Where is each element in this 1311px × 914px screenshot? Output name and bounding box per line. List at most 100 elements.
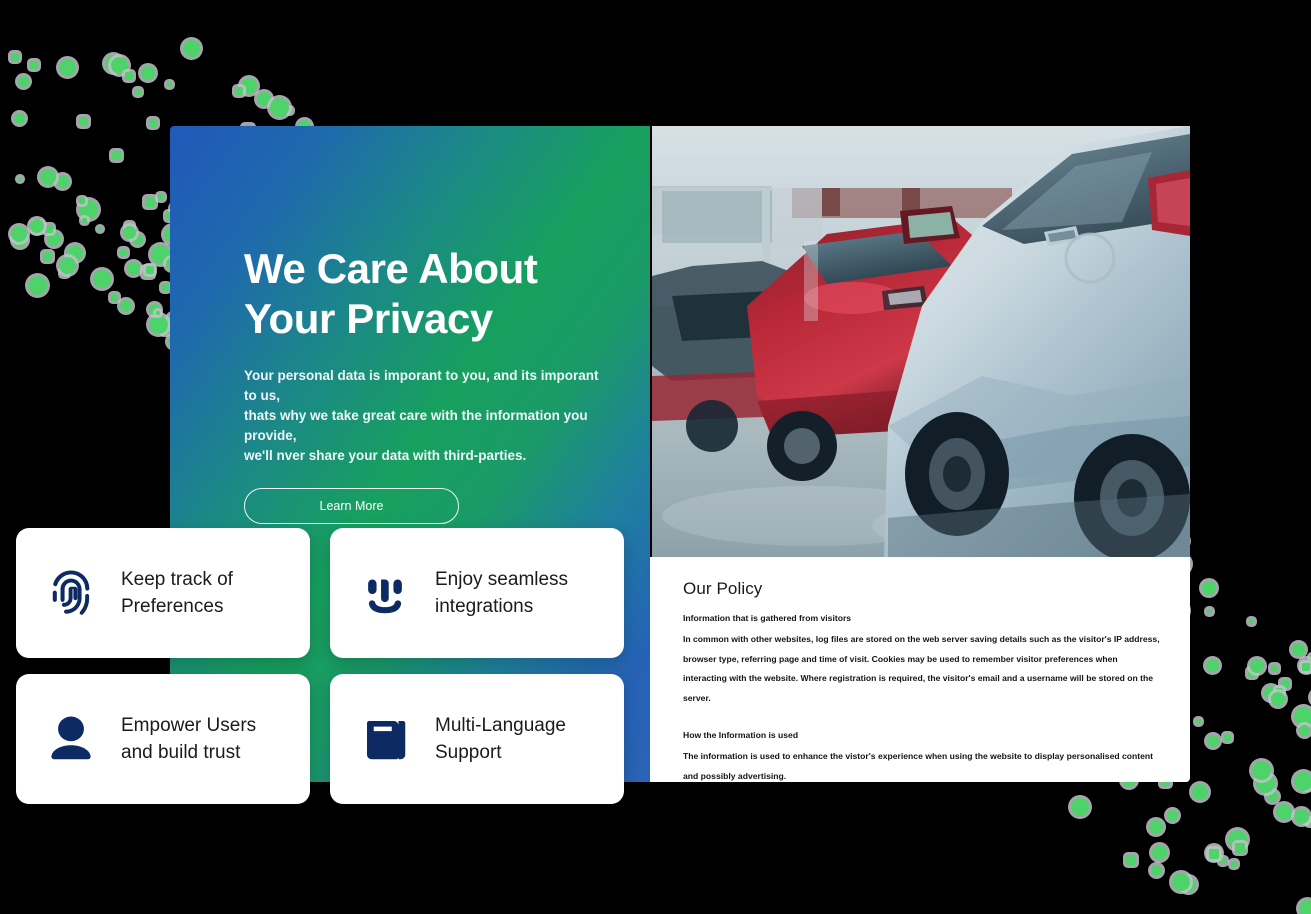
policy-title: Our Policy [683,579,763,598]
pixel-dot [1152,845,1167,860]
pixel-dot [82,218,87,223]
pixel-dot [1192,784,1208,800]
pixel-dot [149,315,168,334]
pixel-dot [61,269,68,276]
pixel-dot [1264,686,1278,700]
hero-paragraph: Your personal data is imporant to you, a… [244,368,599,463]
pixel-dot [125,72,133,80]
pixel-dot [1292,643,1305,656]
pixel-dot [30,219,44,233]
pixel-dot [1271,665,1278,672]
pixel-dot [18,177,22,181]
pixel-dot [127,262,140,275]
feature-card-label: Keep track of Preferences [121,569,233,617]
pixel-dot [1231,861,1237,867]
feature-card-multi-language[interactable]: Multi-Language Support [330,674,624,804]
feature-card-label: Enjoy seamless integrations [435,569,569,617]
pixel-dot [1294,809,1309,824]
pixel-dot [167,82,172,87]
showroom-photo [652,126,1190,558]
pixel-dot [1304,819,1308,823]
pixel-dot [18,76,29,87]
feature-card-empower-users[interactable]: Empower Users and build trust [16,674,310,804]
feature-card-preferences[interactable]: Keep track of Preferences [16,528,310,658]
pixel-dot [132,234,143,245]
pixel-dot [43,252,52,261]
pixel-dot [112,151,121,160]
pixel-dot [1281,680,1289,688]
pixel-dot [143,267,153,277]
pixel-dot [33,222,43,232]
pixel-dot [135,89,141,95]
pixel-dot [56,175,69,188]
pixel-dot [111,294,118,301]
pixel-dot [1167,810,1178,821]
pixel-dot [149,304,160,315]
pixel-dot [1207,846,1221,860]
pixel-dot [141,66,155,80]
showroom-photo-illustration [652,126,1190,558]
pixel-dot [149,119,157,127]
pixel-dot [98,227,102,231]
pixel-dot [79,117,88,126]
policy-panel: Our Policy Information that is gathered … [650,557,1190,782]
pixel-dot [47,232,61,246]
pixel-dot [120,300,132,312]
pixel-dot [40,169,56,185]
pixel-dot [146,266,154,274]
policy-section2-heading: How the Information is used [683,730,799,740]
smiley-face-icon [358,566,412,620]
pixel-dot [162,327,169,334]
pixel-dot [1302,663,1310,671]
page-title: We Care About Your Privacy [244,245,538,342]
learn-more-button[interactable]: Learn More [244,488,459,524]
pixel-dot [1198,790,1203,795]
pixel-dot [14,113,25,124]
pixel-dot [1294,772,1311,791]
pixel-dot [1248,669,1256,677]
pixel-dot [1299,725,1310,736]
pixel-dot [1235,843,1245,853]
pixel-dot [1071,798,1089,816]
pixel-dot [145,197,155,207]
pixel-dot [1151,865,1162,876]
fingerprint-icon [44,566,98,620]
pixel-dot [183,40,200,57]
pixel-dot [1267,791,1278,802]
pixel-dot [1252,761,1271,780]
pixel-dot [13,235,17,239]
pixel-dot [1276,688,1283,695]
pixel-dot [79,200,98,219]
pixel-dot [1206,659,1219,672]
book-icon [358,712,412,766]
pixel-dot [1207,735,1219,747]
pixel-dot [59,59,76,76]
pixel-dot [235,87,243,95]
pixel-dot [1220,858,1226,864]
pixel-dot [28,276,47,295]
pixel-dot [1228,830,1247,849]
pixel-dot [1202,581,1216,595]
policy-section2-body: The information is used to enhance the v… [683,751,1154,781]
pixel-dot [13,233,27,247]
pixel-dot [1224,734,1231,741]
pixel-dot [1300,659,1311,672]
pixel-dot [1294,707,1311,726]
pixel-dot [111,57,128,74]
pixel-dot [287,108,292,113]
pixel-dot [1209,849,1219,859]
pixel-dot [11,226,27,242]
pixel-dot [156,311,160,315]
pixel-dot [1196,719,1201,724]
pixel-dot [45,225,53,233]
pixel-dot [1181,877,1196,892]
pixel-dot [257,92,271,106]
feature-card-integrations[interactable]: Enjoy seamless integrations [330,528,624,658]
user-person-icon [44,712,98,766]
pixel-dot [79,198,85,204]
pixel-dot [1207,609,1212,614]
pixel-dot [120,249,127,256]
policy-section1-heading: Information that is gathered from visito… [683,613,852,623]
pixel-dot [1256,774,1275,793]
pixel-dot [1271,692,1285,706]
